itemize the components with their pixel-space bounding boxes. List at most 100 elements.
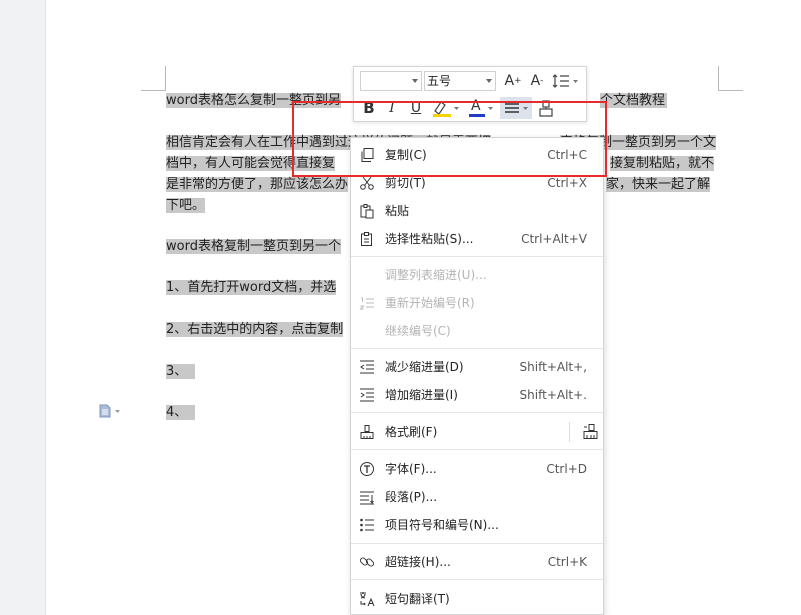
page-corner-mark-right (718, 66, 743, 91)
menu-item-paste-special[interactable]: 选择性粘贴(S)... Ctrl+Alt+V (351, 225, 603, 253)
menu-item-font[interactable]: 字体(F)... Ctrl+D (351, 455, 603, 483)
menu-item-shortcut: Ctrl+K (547, 555, 587, 569)
doc-text: 接复制粘贴，就不 (610, 156, 715, 171)
format-painter-pin-icon[interactable] (581, 423, 599, 441)
menu-separator (351, 412, 603, 413)
doc-text: 1、首先打开word文档，并选 (166, 280, 337, 295)
font-size-select[interactable]: 五号 (424, 71, 496, 91)
menu-item-label: 项目符号和编号(N)... (385, 518, 499, 532)
paste-special-icon (359, 231, 375, 247)
menu-separator (351, 256, 603, 257)
menu-item-label: 选择性粘贴(S)... (385, 232, 474, 246)
highlighter-icon (433, 101, 459, 117)
font-color-button[interactable]: A (466, 97, 496, 119)
menu-item-label: 继续编号(C) (385, 324, 451, 338)
doc-title-line[interactable]: word表格怎么复制一整页到另 (166, 90, 341, 111)
bold-button[interactable]: B (359, 97, 379, 119)
doc-title-right: 个文档教程 (600, 93, 668, 108)
menu-item-shortcut: Ctrl+C (547, 148, 587, 162)
doc-text: 2、右击选中的内容，点击复制 (166, 322, 344, 337)
shrink-font-icon: A (530, 73, 541, 89)
left-gutter (0, 0, 46, 615)
paragraph-icon (359, 489, 375, 505)
underline-icon: U (410, 100, 422, 116)
menu-item-label: 调整列表缩进(U)... (385, 268, 487, 282)
menu-item-shortcut: Ctrl+X (547, 176, 587, 190)
italic-icon: I (389, 100, 395, 116)
paragraph-layout-icon[interactable] (99, 404, 121, 418)
font-icon (359, 461, 375, 477)
format-painter-button[interactable] (536, 97, 556, 119)
doc-text: 家，快来一起了解 (606, 177, 711, 192)
align-center-icon (505, 103, 528, 113)
doc-para1-line4[interactable]: 下吧。 (166, 195, 206, 216)
menu-separator (351, 543, 603, 544)
menu-item-label: 字体(F)... (385, 462, 437, 476)
restart-numbering-icon (359, 295, 375, 311)
italic-button[interactable]: I (382, 97, 402, 119)
menu-item-cut[interactable]: 剪切(T) Ctrl+X (351, 169, 603, 197)
doc-title-line-right[interactable]: 个文档教程 (600, 90, 668, 111)
menu-item-continue-numbering[interactable]: 继续编号(C) (351, 317, 603, 345)
menu-item-translate[interactable]: 短句翻译(T) (351, 585, 603, 613)
chevron-down-icon (412, 79, 418, 83)
increase-indent-icon (359, 387, 375, 403)
menu-item-copy[interactable]: 复制(C) Ctrl+C (351, 141, 603, 169)
font-name-select[interactable] (360, 71, 422, 91)
shrink-font-button[interactable]: A- (526, 70, 548, 92)
menu-item-label: 格式刷(F) (385, 425, 438, 439)
menu-item-label: 复制(C) (385, 148, 427, 162)
underline-button[interactable]: U (406, 97, 426, 119)
doc-para1-line2-right[interactable]: 接复制粘贴，就不 (610, 153, 715, 174)
highlight-color-button[interactable] (430, 97, 462, 119)
page-corner-mark-left (141, 66, 166, 91)
line-spacing-button[interactable] (551, 70, 581, 92)
menu-item-label: 重新开始编号(R) (385, 296, 475, 310)
font-color-icon: A (471, 98, 481, 114)
doc-para1-line2[interactable]: 档中，有人可能会觉得直接复 (166, 153, 336, 174)
menu-separator (351, 348, 603, 349)
doc-text: 档中，有人可能会觉得直接复 (166, 156, 336, 171)
doc-step2[interactable]: 2、右击选中的内容，点击复制 (166, 319, 344, 340)
chevron-down-icon (486, 79, 492, 83)
menu-item-label: 短句翻译(T) (385, 592, 450, 606)
menu-item-label: 段落(P)... (385, 490, 438, 504)
decrease-indent-icon (359, 359, 375, 375)
hyperlink-icon (359, 554, 375, 570)
doc-text: 4、 (166, 405, 196, 420)
menu-item-label: 超链接(H)... (385, 555, 451, 569)
menu-item-label: 剪切(T) (385, 176, 426, 190)
menu-item-restart-numbering[interactable]: 重新开始编号(R) (351, 289, 603, 317)
align-button[interactable] (500, 97, 532, 119)
paste-icon (359, 203, 375, 219)
menu-separator (351, 579, 603, 580)
menu-item-divider (569, 422, 570, 442)
doc-step1[interactable]: 1、首先打开word文档，并选 (166, 277, 337, 298)
menu-item-format-painter[interactable]: 格式刷(F) (351, 418, 603, 446)
line-spacing-icon (552, 74, 578, 88)
context-menu: 复制(C) Ctrl+C 剪切(T) Ctrl+X 粘贴 选择性粘贴(S)...… (350, 137, 604, 615)
menu-item-label: 减少缩进量(D) (385, 360, 464, 374)
format-painter-icon (359, 424, 375, 440)
menu-item-decrease-indent[interactable]: 减少缩进量(D) Shift+Alt+, (351, 353, 603, 381)
doc-step4[interactable]: 4、 (166, 402, 196, 423)
menu-item-hyperlink[interactable]: 超链接(H)... Ctrl+K (351, 548, 603, 576)
translate-icon (359, 591, 375, 607)
doc-text: word表格复制一整页到另一个 (166, 239, 341, 254)
doc-para1-line3-right[interactable]: 家，快来一起了解 (606, 174, 711, 195)
menu-item-bullets-numbering[interactable]: 项目符号和编号(N)... (351, 511, 603, 539)
menu-item-increase-indent[interactable]: 增加缩进量(I) Shift+Alt+. (351, 381, 603, 409)
doc-heading2[interactable]: word表格复制一整页到另一个 (166, 236, 341, 257)
copy-icon (359, 147, 375, 163)
menu-item-paste[interactable]: 粘贴 (351, 197, 603, 225)
menu-item-shortcut: Shift+Alt+, (519, 360, 587, 374)
doc-para1-line3[interactable]: 是非常的方便了，那应该怎么办 (166, 174, 349, 195)
doc-text: 3、 (166, 364, 196, 379)
grow-font-button[interactable]: A+ (502, 70, 524, 92)
mini-toolbar: 五号 A+ A- B I U A (353, 66, 587, 122)
menu-item-adjust-list-indent[interactable]: 调整列表缩进(U)... (351, 261, 603, 289)
doc-title-left: word表格怎么复制一整页到另 (166, 93, 341, 108)
doc-step3[interactable]: 3、 (166, 361, 196, 382)
menu-item-paragraph[interactable]: 段落(P)... (351, 483, 603, 511)
scissors-icon (359, 175, 375, 191)
